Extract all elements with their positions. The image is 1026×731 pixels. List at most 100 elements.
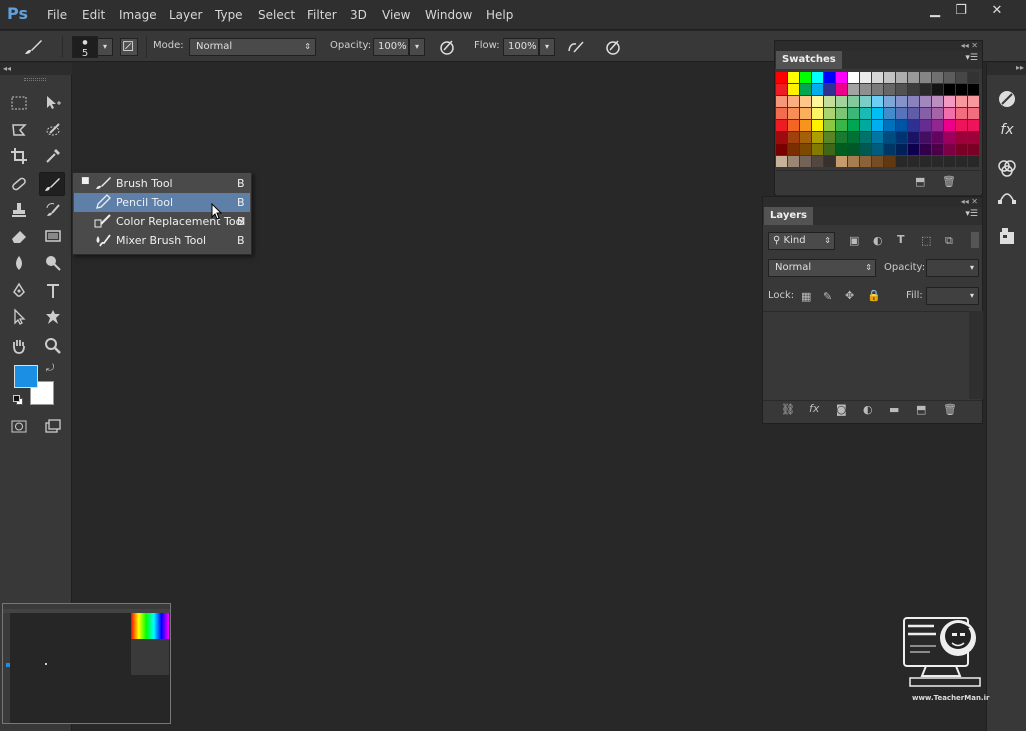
swatch-cell[interactable] [896,108,907,119]
quick-mask-icon[interactable] [6,414,32,438]
swatch-cell[interactable] [932,132,943,143]
swatch-cell[interactable] [788,108,799,119]
swatch-cell[interactable] [800,84,811,95]
swatch-cell[interactable] [908,72,919,83]
swatch-cell[interactable] [896,156,907,167]
brush-tool-icon[interactable] [39,172,65,196]
swatch-cell[interactable] [944,144,955,155]
swatch-cell[interactable] [788,84,799,95]
close-window-button[interactable]: ✕ [980,1,1014,21]
flyout-item-mixer-brush-tool[interactable]: Mixer Brush Tool B [74,231,250,250]
flyout-item-pencil-tool[interactable]: Pencil Tool B [74,193,250,212]
swatch-cell[interactable] [920,72,931,83]
swatch-cell[interactable] [872,120,883,131]
flyout-item-color-replacement-tool[interactable]: Color Replacement Tool B [74,212,250,231]
menu-image[interactable]: Image [119,8,157,22]
swatch-cell[interactable] [932,72,943,83]
swatch-cell[interactable] [812,84,823,95]
swatch-cell[interactable] [860,144,871,155]
swatch-cell[interactable] [848,132,859,143]
brush-preset-icon[interactable] [22,37,44,57]
swatch-cell[interactable] [944,120,955,131]
swatch-cell[interactable] [968,156,979,167]
swatch-cell[interactable] [908,120,919,131]
swatch-cell[interactable] [800,108,811,119]
swatch-cell[interactable] [776,120,787,131]
swatch-cell[interactable] [824,120,835,131]
filter-smart-object-icon[interactable]: ⧉ [945,234,953,248]
swatch-cell[interactable] [800,144,811,155]
swatch-cell[interactable] [968,72,979,83]
swatch-cell[interactable] [944,156,955,167]
swatch-cell[interactable] [944,108,955,119]
menu-view[interactable]: View [382,8,410,22]
swatch-cell[interactable] [848,108,859,119]
swatch-cell[interactable] [812,120,823,131]
delete-layer-icon[interactable]: 🗑 [943,403,957,416]
swatch-cell[interactable] [812,72,823,83]
menu-select[interactable]: Select [258,8,295,22]
swatch-cell[interactable] [884,84,895,95]
history-brush-tool-icon[interactable] [40,198,66,222]
brush-size-picker[interactable]: ● 5 [72,36,98,59]
pressure-opacity-icon[interactable] [437,37,457,57]
swatch-cell[interactable] [860,72,871,83]
history-panel-icon[interactable] [995,87,1019,111]
swatch-cell[interactable] [968,120,979,131]
swatch-cell[interactable] [908,108,919,119]
crop-tool-icon[interactable] [6,144,32,168]
swatch-cell[interactable] [920,156,931,167]
swatch-cell[interactable] [812,108,823,119]
swatch-cell[interactable] [860,120,871,131]
tab-layers[interactable]: Layers [764,207,813,225]
swatch-cell[interactable] [872,84,883,95]
swatch-cell[interactable] [860,84,871,95]
swatch-cell[interactable] [800,72,811,83]
properties-panel-icon[interactable] [995,224,1019,248]
pressure-size-icon[interactable] [603,37,623,57]
swatch-cell[interactable] [956,84,967,95]
swatch-cell[interactable] [812,132,823,143]
swatch-cell[interactable] [788,120,799,131]
menu-file[interactable]: File [47,8,67,22]
custom-shape-tool-icon[interactable] [40,305,66,329]
add-mask-icon[interactable]: ◙ [836,403,847,416]
swatch-cell[interactable] [920,108,931,119]
filter-type-icon[interactable]: T [897,233,905,246]
swatches-menu-icon[interactable]: ▾☰ [965,53,978,63]
swatch-cell[interactable] [920,144,931,155]
swatch-cell[interactable] [848,96,859,107]
swatch-cell[interactable] [872,132,883,143]
layer-blend-mode-select[interactable]: Normal ⇕ [768,259,876,277]
opacity-dropdown[interactable]: ▾ [409,38,425,56]
swatch-cell[interactable] [860,132,871,143]
swatch-cell[interactable] [776,84,787,95]
layer-kind-filter[interactable]: ⚲ Kind ⇕ [768,232,835,250]
filter-shape-icon[interactable]: ⬚ [921,234,931,247]
swatch-cell[interactable] [884,72,895,83]
swatch-cell[interactable] [836,144,847,155]
swatch-cell[interactable] [848,156,859,167]
eyedropper-tool-icon[interactable] [40,144,66,168]
swatch-cell[interactable] [908,144,919,155]
swatch-cell[interactable] [836,72,847,83]
swatch-cell[interactable] [968,108,979,119]
adjustments-panel-icon[interactable] [995,156,1019,180]
swatch-cell[interactable] [812,144,823,155]
brush-size-dropdown[interactable]: ▾ [97,38,113,56]
gradient-tool-icon[interactable] [40,224,66,248]
link-layers-icon[interactable]: ⛓ [781,403,795,416]
swatch-cell[interactable] [908,132,919,143]
menu-3d[interactable]: 3D [350,8,367,22]
menu-type[interactable]: Type [215,8,243,22]
swatch-cell[interactable] [836,120,847,131]
swatch-cell[interactable] [824,96,835,107]
menu-filter[interactable]: Filter [307,8,337,22]
flow-input[interactable]: 100% [503,38,539,56]
menu-window[interactable]: Window [425,8,472,22]
screen-mode-icon[interactable] [40,414,66,438]
swatch-cell[interactable] [932,96,943,107]
flow-dropdown[interactable]: ▾ [539,38,555,56]
swatch-cell[interactable] [956,72,967,83]
swatch-cell[interactable] [908,84,919,95]
